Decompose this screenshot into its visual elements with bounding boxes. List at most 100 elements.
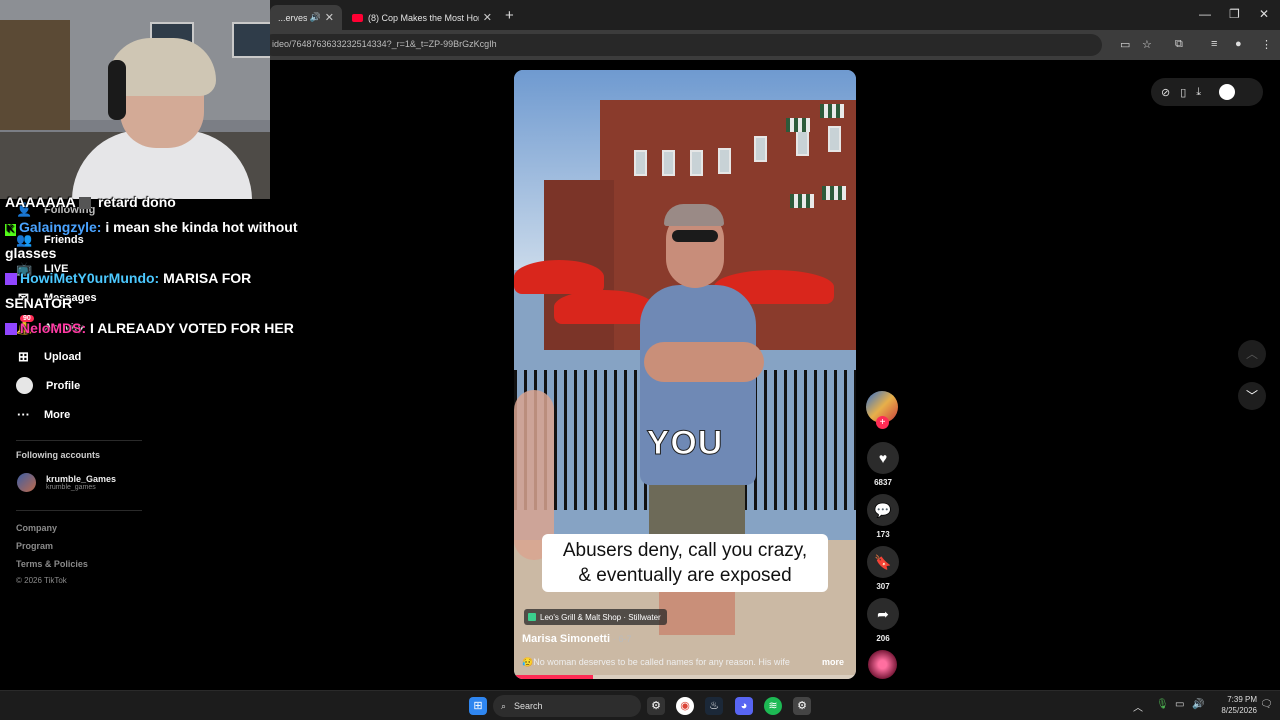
webcam-shelf — [0, 20, 70, 130]
tab-title: ...erves to | — [278, 12, 307, 23]
speaker-icon[interactable]: 🔊 — [310, 12, 321, 23]
emote-icon — [79, 197, 92, 210]
footer-link-company[interactable]: Company — [16, 523, 57, 533]
discord-icon[interactable]: ◕ — [735, 697, 753, 715]
comment-icon: 💬 — [867, 494, 899, 526]
video-progress-bar[interactable] — [514, 675, 856, 679]
sidebar-divider — [16, 510, 142, 511]
building-window — [754, 136, 767, 162]
comment-count: 173 — [876, 530, 890, 539]
taskbar-clock[interactable]: 7:39 PM 8/25/2026 — [1207, 694, 1257, 716]
phone-icon[interactable]: ▯ — [1180, 86, 1186, 99]
location-tag[interactable]: Leo's Grill & Malt Shop · Stillwater — [524, 609, 667, 625]
video-caption: Abusers deny, call you crazy, & eventual… — [542, 534, 828, 592]
maximize-button[interactable]: ❐ — [1229, 7, 1240, 21]
clock-date: 8/25/2026 — [1221, 706, 1257, 715]
tray-overflow-icon[interactable]: ︿ — [1133, 699, 1143, 714]
awning — [790, 194, 814, 208]
minimize-button[interactable]: — — [1199, 7, 1211, 21]
clock-time: 7:39 PM — [1227, 695, 1257, 704]
autoscroll-toggle[interactable] — [1219, 84, 1236, 100]
menu-kebab-icon[interactable]: ⋮ — [1261, 38, 1272, 51]
video-person-arms — [644, 342, 764, 382]
share-count: 206 — [876, 634, 890, 643]
save-button[interactable]: 🔖 307 — [866, 546, 900, 591]
video-description: 😥No woman deserves to be called names fo… — [522, 657, 790, 667]
copyright: © 2026 TikTok — [16, 576, 67, 585]
building-window — [796, 130, 809, 156]
settings-icon[interactable]: ⚙ — [793, 697, 811, 715]
chat-message: NeloMDS: I ALREAADY VOTED FOR HER — [5, 320, 294, 336]
microphone-icon[interactable]: 🎙 — [1156, 699, 1169, 710]
tab-active[interactable]: ...erves to | 🔊 ✕ — [270, 5, 342, 30]
chat-message-wrap: glasses — [5, 245, 57, 261]
share-icon: ➦ — [867, 598, 899, 630]
webcam-window — [232, 22, 270, 58]
like-count: 6837 — [874, 478, 892, 487]
extensions-icon[interactable]: ⧉ — [1175, 38, 1183, 51]
chat-message-wrap: SENATOR — [5, 295, 73, 311]
volume-icon[interactable]: 🔊 — [1192, 699, 1204, 710]
previous-video-button[interactable]: ︿ — [1238, 340, 1266, 368]
media-controls-icon[interactable]: ≡ — [1211, 38, 1217, 50]
kick-badge-icon: K — [5, 224, 16, 236]
share-button[interactable]: ➦ 206 — [866, 598, 900, 643]
windows-start-icon[interactable]: ⊞ — [469, 697, 487, 715]
footer-link-program[interactable]: Program — [16, 541, 53, 551]
bookmark-star-icon[interactable]: ☆ — [1142, 38, 1152, 51]
like-button[interactable]: ♥ 6837 — [866, 442, 900, 487]
profile-avatar-icon[interactable]: ● — [1235, 38, 1242, 50]
building-window — [662, 150, 675, 176]
notification-icon[interactable]: 🗨 — [1260, 699, 1273, 710]
chat-message: K Galaingzyle: i mean she kinda hot witho… — [5, 219, 297, 236]
building-window — [690, 150, 703, 176]
profile-icon — [16, 377, 33, 394]
network-icon[interactable]: ▭ — [1175, 699, 1184, 710]
sidebar-item-label: Profile — [46, 379, 81, 392]
close-tab-icon[interactable]: ✕ — [325, 11, 334, 24]
sidebar-item-more[interactable]: ··· More — [16, 407, 70, 422]
new-tab-button[interactable]: + — [505, 7, 514, 24]
heart-icon: ♥ — [867, 442, 899, 474]
video-overlay-text: YOU — [646, 424, 724, 463]
twitch-badge-icon — [5, 273, 17, 286]
video-player[interactable]: YOU Abusers deny, call you crazy, & even… — [514, 70, 856, 679]
url-text[interactable]: ideo/7648763633232514334?_r=1&_t=ZP-99Br… — [272, 39, 497, 49]
download-icon[interactable]: ⤓ — [1196, 86, 1201, 99]
sidebar-item-upload[interactable]: ⊞ Upload — [16, 349, 81, 365]
webcam-overlay — [0, 0, 270, 199]
cast-icon[interactable]: ▭ — [1120, 38, 1130, 51]
footer-link-terms[interactable]: Terms & Policies — [16, 559, 88, 569]
music-disc-icon[interactable] — [868, 650, 897, 679]
save-count: 307 — [876, 582, 890, 591]
sidebar-item-profile[interactable]: Profile — [16, 377, 80, 394]
taskbar-search[interactable]: ⌕ Search — [493, 695, 641, 717]
comment-button[interactable]: 💬 173 — [866, 494, 900, 539]
video-person-cap — [664, 204, 724, 226]
sidebar-divider — [16, 440, 142, 441]
building-window — [718, 148, 731, 174]
chat-text: I ALREAADY VOTED FOR HER — [90, 320, 294, 336]
follow-plus-icon[interactable]: + — [876, 416, 889, 429]
video-progress-fill — [514, 675, 593, 679]
awning — [820, 104, 844, 118]
post-date: · 6-7 — [613, 634, 632, 644]
compass-icon[interactable]: ⊘ — [1161, 86, 1170, 99]
more-button[interactable]: more — [822, 657, 844, 667]
close-tab-icon[interactable]: ✕ — [483, 11, 492, 24]
building-window — [828, 126, 841, 152]
chrome-icon[interactable]: ◉ — [676, 697, 694, 715]
more-icon: ··· — [17, 407, 30, 422]
chat-username: AAAAAAA — [5, 194, 76, 210]
next-video-button[interactable]: ﹀ — [1238, 382, 1266, 410]
tab-youtube[interactable]: (8) Cop Makes the Most Horrifi ✕ — [344, 5, 500, 30]
close-window-button[interactable]: ✕ — [1259, 7, 1269, 21]
steam-icon[interactable]: ♨ — [705, 697, 723, 715]
account-handle: krumble_games — [46, 484, 96, 491]
chat-text: MARISA FOR — [163, 270, 252, 286]
awning — [822, 186, 846, 200]
video-author[interactable]: Marisa Simonetti · 6-7 — [522, 633, 632, 645]
spotify-icon[interactable]: ≋ — [764, 697, 782, 715]
app-icon[interactable]: ⚙ — [647, 697, 665, 715]
following-account[interactable]: krumble_Games krumble_games — [17, 473, 116, 492]
